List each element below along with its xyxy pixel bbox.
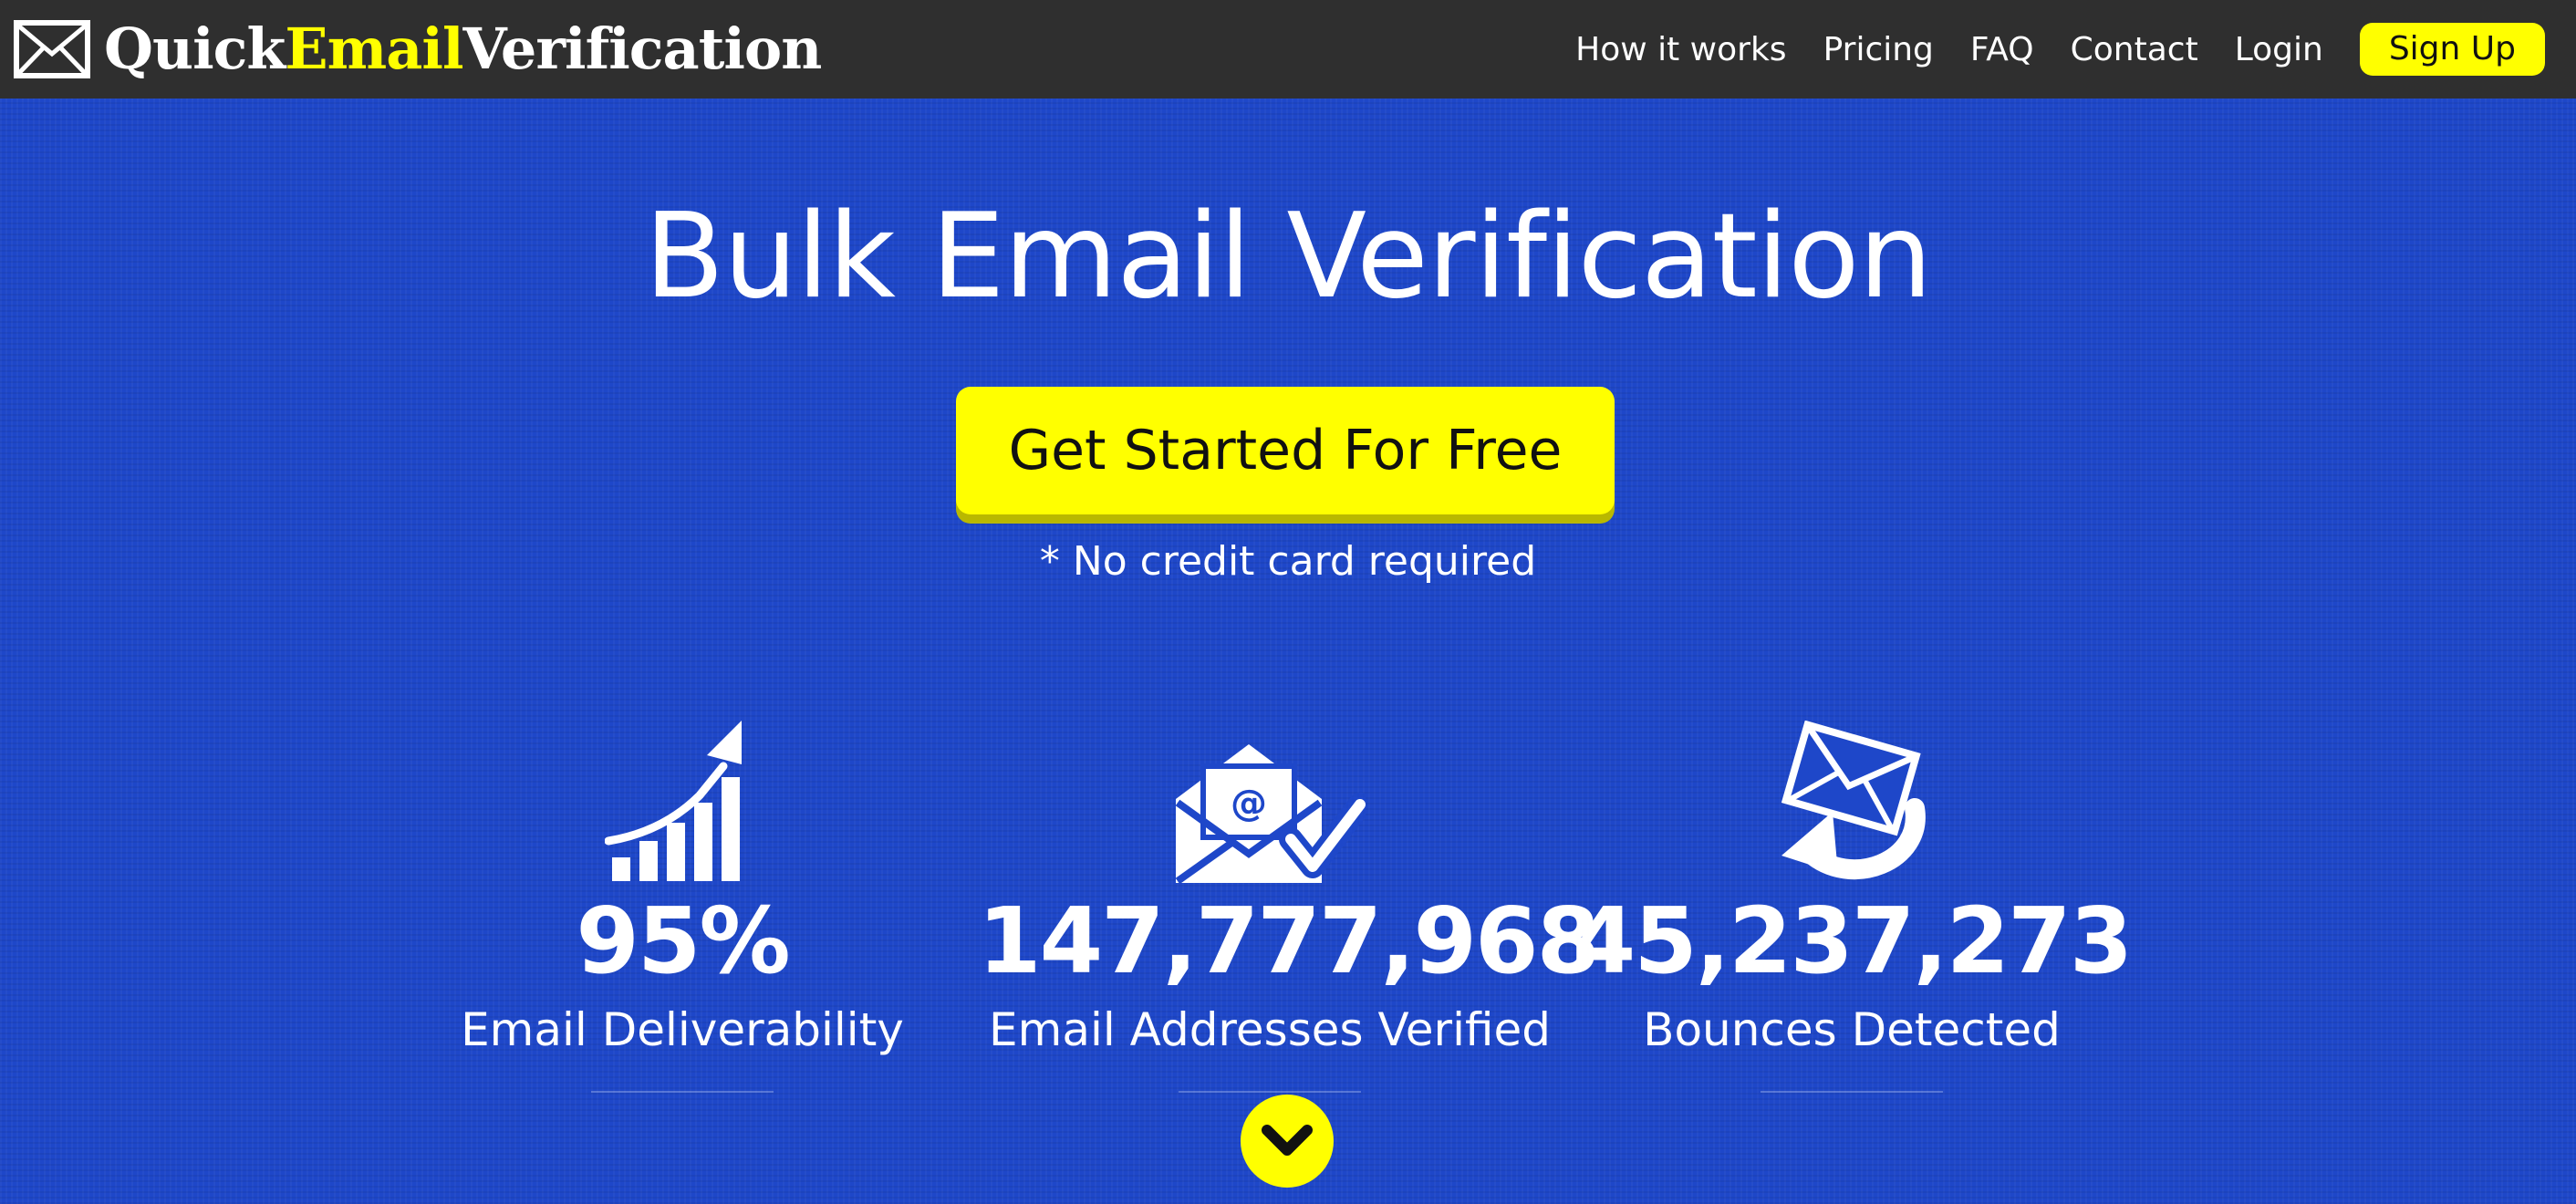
bounces-detected-value: 45,237,273 bbox=[1572, 887, 2134, 994]
bounce-envelope-icon bbox=[1781, 721, 1926, 880]
envelope-verified-icon: @ bbox=[1175, 744, 1366, 885]
addresses-verified-value: 147,777,968 bbox=[978, 887, 1600, 994]
brand-name-verification: Verification bbox=[462, 16, 823, 82]
envelope-icon bbox=[14, 20, 90, 78]
stat-divider bbox=[1179, 1091, 1361, 1093]
nav-link-how-it-works[interactable]: How it works bbox=[1575, 31, 1786, 68]
stat-divider bbox=[1761, 1091, 1943, 1093]
nav-link-login[interactable]: Login bbox=[2235, 31, 2323, 68]
stat-divider bbox=[591, 1091, 774, 1093]
deliverability-value: 95% bbox=[576, 887, 790, 994]
deliverability-label: Email Deliverability bbox=[461, 1003, 904, 1056]
page-title: Bulk Email Verification bbox=[644, 189, 1932, 325]
sign-up-button[interactable]: Sign Up bbox=[2359, 23, 2545, 76]
brand-name: QuickEmailVerification bbox=[104, 21, 822, 78]
chevron-down-icon bbox=[1262, 1125, 1313, 1156]
scroll-down-button[interactable] bbox=[1241, 1095, 1334, 1188]
brand-logo[interactable]: QuickEmailVerification bbox=[13, 13, 822, 86]
bounces-detected-label: Bounces Detected bbox=[1643, 1003, 2061, 1056]
addresses-verified-label: Email Addresses Verified bbox=[989, 1003, 1551, 1056]
nav-menu: How it works Pricing FAQ Contact Login S… bbox=[1539, 0, 2545, 99]
no-credit-card-note: * No credit card required bbox=[1039, 538, 1537, 585]
stat-addresses-verified: @ 147,777,968 Email Addresses Verified bbox=[978, 721, 1600, 1093]
brand-name-email: Email bbox=[285, 16, 463, 82]
get-started-button[interactable]: Get Started For Free bbox=[956, 387, 1615, 514]
nav-link-pricing[interactable]: Pricing bbox=[1823, 31, 1934, 68]
stat-bounces-detected: 45,237,273 Bounces Detected bbox=[1560, 721, 2144, 1093]
navbar: QuickEmailVerification How it works Pric… bbox=[0, 0, 2576, 99]
nav-link-faq[interactable]: FAQ bbox=[1970, 31, 2034, 68]
growth-chart-icon bbox=[605, 721, 742, 881]
svg-text:@: @ bbox=[1231, 783, 1267, 825]
brand-name-quick: Quick bbox=[104, 16, 286, 82]
nav-link-contact[interactable]: Contact bbox=[2071, 31, 2198, 68]
stat-deliverability: 95% Email Deliverability bbox=[390, 721, 974, 1093]
